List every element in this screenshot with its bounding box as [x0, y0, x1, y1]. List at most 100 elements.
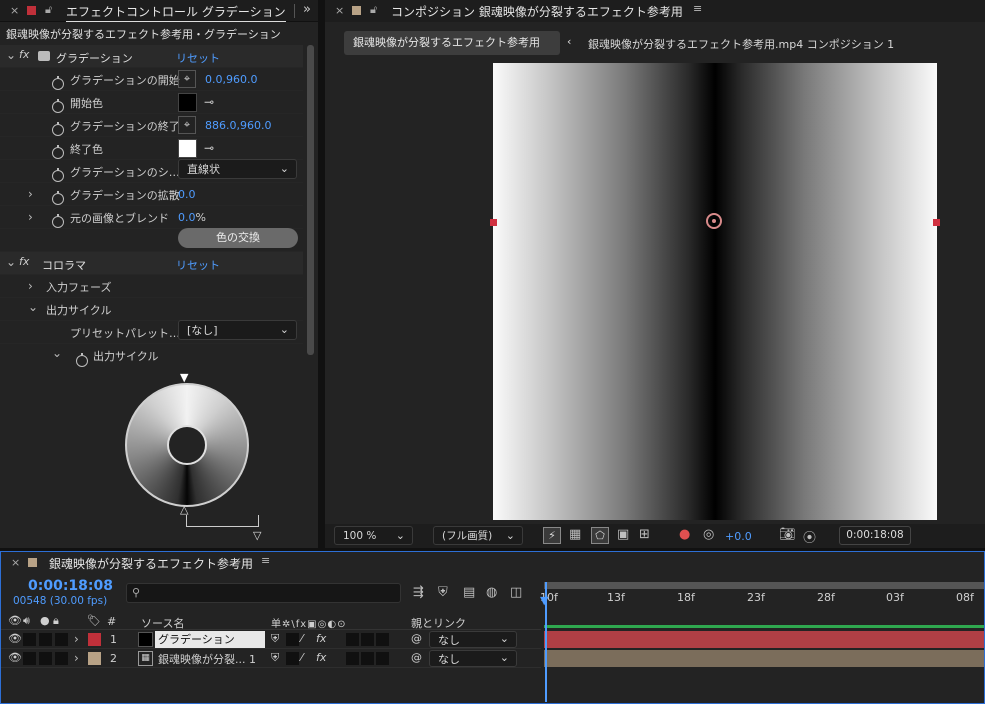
- reset-button[interactable]: リセット: [176, 50, 220, 66]
- frame-blend-switch[interactable]: [346, 652, 359, 665]
- label-tag-icon[interactable]: 🏷︎: [87, 614, 101, 627]
- pickwhip-icon[interactable]: @: [411, 632, 422, 645]
- chevron-down-icon[interactable]: ⌄: [28, 300, 38, 314]
- crosshair-icon[interactable]: ⌖: [178, 116, 196, 134]
- grid-guides-icon[interactable]: ⊞: [639, 527, 650, 542]
- panel-menu-icon[interactable]: ≡: [693, 2, 702, 15]
- graph-editor-icon[interactable]: ◫: [510, 585, 522, 600]
- color-management-icon[interactable]: ◎: [703, 527, 714, 542]
- preset-palette-dropdown[interactable]: [なし] ⌄: [178, 320, 297, 340]
- shy-layers-icon[interactable]: ⛨: [438, 585, 448, 600]
- chevron-right-icon[interactable]: ›: [74, 651, 79, 665]
- stopwatch-icon[interactable]: [52, 168, 64, 182]
- video-toggle-icon[interactable]: 👁︎: [8, 614, 22, 627]
- eyedropper-icon[interactable]: ⊸: [204, 95, 214, 109]
- region-of-interest-icon[interactable]: ▣: [617, 527, 629, 542]
- fx-switch-icon[interactable]: fx: [316, 632, 326, 645]
- stopwatch-icon[interactable]: [52, 99, 64, 113]
- property-group-output-cycle[interactable]: ⌄ 出力サイクル: [0, 298, 303, 321]
- chevron-down-icon[interactable]: ⌄: [52, 346, 62, 360]
- comp-flowchart-icon[interactable]: ⇶: [413, 585, 424, 600]
- panel-title[interactable]: 銀魂映像が分裂するエフェクト参考用: [49, 555, 253, 572]
- eyedropper-icon[interactable]: ⊸: [204, 141, 214, 155]
- end-point-value[interactable]: 886.0,960.0: [205, 119, 271, 132]
- close-icon[interactable]: ×: [10, 4, 19, 17]
- stopwatch-icon[interactable]: [52, 76, 64, 90]
- layer-label-color[interactable]: [88, 652, 101, 665]
- ramp-end-handle[interactable]: [933, 219, 940, 226]
- panel-overflow-icon[interactable]: »: [303, 2, 311, 17]
- panel-menu-icon[interactable]: ≡: [261, 554, 270, 567]
- close-icon[interactable]: ×: [11, 556, 20, 569]
- motion-blur-switch[interactable]: [361, 633, 374, 646]
- stopwatch-icon[interactable]: [52, 122, 64, 136]
- stopwatch-icon[interactable]: [76, 352, 88, 367]
- fx-icon[interactable]: fx: [19, 255, 29, 268]
- effect-header-ramp[interactable]: ⌄ fx グラデーション リセット: [0, 45, 303, 68]
- resolution-dropdown[interactable]: (フル画質) ⌄: [433, 526, 523, 545]
- layer-search-input[interactable]: ⚲: [126, 583, 401, 603]
- audio-switch[interactable]: [23, 652, 36, 665]
- eye-icon[interactable]: 👁︎: [8, 651, 22, 664]
- audio-switch[interactable]: [23, 633, 36, 646]
- layer-row[interactable]: 👁︎ › 1 グラデーション ⛨ ⁄ fx @ なし ⌄: [1, 631, 541, 649]
- shy-switch-icon[interactable]: ⛨: [271, 632, 279, 646]
- color-channels-icon[interactable]: ●: [679, 527, 690, 542]
- transparency-grid-icon[interactable]: ▦: [569, 527, 581, 542]
- lock-switch[interactable]: [55, 633, 68, 646]
- eye-icon[interactable]: 👁︎: [8, 632, 22, 645]
- parent-dropdown[interactable]: なし ⌄: [429, 650, 517, 667]
- show-snapshot-icon[interactable]: ⦿: [803, 527, 816, 546]
- fx-switch-icon[interactable]: fx: [316, 651, 326, 664]
- stopwatch-icon[interactable]: [52, 191, 64, 205]
- breadcrumb-active[interactable]: 銀魂映像が分裂するエフェクト参考用: [344, 31, 560, 55]
- exposure-value[interactable]: +0.0: [725, 530, 752, 543]
- playhead-handle[interactable]: ▼: [540, 594, 548, 607]
- collapse-switch[interactable]: [286, 633, 299, 646]
- ramp-start-handle[interactable]: [490, 219, 497, 226]
- motion-blur-switch[interactable]: [361, 652, 374, 665]
- chevron-right-icon[interactable]: ›: [28, 187, 33, 201]
- comp-viewer[interactable]: [325, 62, 985, 522]
- quality-switch-icon[interactable]: ⁄: [301, 632, 303, 645]
- comp-canvas[interactable]: [493, 63, 937, 520]
- parent-dropdown[interactable]: なし ⌄: [429, 631, 517, 648]
- lock-icon[interactable]: 🔓︎: [370, 3, 377, 17]
- layer-row[interactable]: 👁︎ › 2 ▦ 銀魂映像が分裂... 1 ⛨ ⁄ fx @ なし ⌄: [1, 650, 541, 668]
- crosshair-icon[interactable]: ⌖: [178, 70, 196, 88]
- layer-label-color[interactable]: [88, 633, 101, 646]
- start-color-swatch[interactable]: [178, 93, 197, 112]
- panel-divider-vertical[interactable]: [318, 0, 325, 548]
- panel-title[interactable]: エフェクトコントロール グラデーション: [66, 3, 286, 22]
- swap-colors-button[interactable]: 色の交換: [178, 228, 298, 248]
- close-icon[interactable]: ×: [335, 4, 344, 17]
- layer-name[interactable]: グラデーション: [155, 631, 265, 648]
- current-time[interactable]: 0:00:18:08: [28, 578, 113, 594]
- lock-column-icon[interactable]: 🔒︎: [53, 614, 59, 628]
- reset-button[interactable]: リセット: [176, 257, 220, 273]
- column-source-name[interactable]: ソース名: [141, 615, 184, 631]
- lock-switch[interactable]: [55, 652, 68, 665]
- solo-switch[interactable]: [39, 652, 52, 665]
- property-group-input-phase[interactable]: › 入力フェーズ: [0, 275, 303, 298]
- chevron-right-icon[interactable]: ›: [28, 210, 33, 224]
- zoom-dropdown[interactable]: 100 % ⌄: [334, 526, 413, 545]
- current-time-display[interactable]: 0:00:18:08: [839, 526, 911, 545]
- effect-header-colorama[interactable]: ⌄ fx コロラマ リセット: [0, 252, 303, 275]
- quality-switch-icon[interactable]: ⁄: [301, 651, 303, 664]
- 3d-layer-switch[interactable]: [376, 652, 389, 665]
- fast-preview-icon[interactable]: ⚡︎: [543, 527, 561, 544]
- end-color-swatch[interactable]: [178, 139, 197, 158]
- frame-blend-switch[interactable]: [346, 633, 359, 646]
- stopwatch-icon[interactable]: [52, 145, 64, 159]
- chevron-right-icon[interactable]: ›: [74, 632, 79, 646]
- layer-name[interactable]: 銀魂映像が分裂... 1: [158, 651, 256, 667]
- effects-scrollbar[interactable]: [307, 45, 314, 355]
- ramp-shape-dropdown[interactable]: 直線状 ⌄: [178, 159, 297, 179]
- frame-blending-icon[interactable]: ▤: [463, 585, 475, 600]
- layer-bar[interactable]: [544, 631, 984, 648]
- chevron-down-icon[interactable]: ⌄: [6, 255, 16, 269]
- column-parent[interactable]: 親とリンク: [411, 615, 466, 631]
- 3d-layer-switch[interactable]: [376, 633, 389, 646]
- start-point-value[interactable]: 0.0,960.0: [205, 73, 257, 86]
